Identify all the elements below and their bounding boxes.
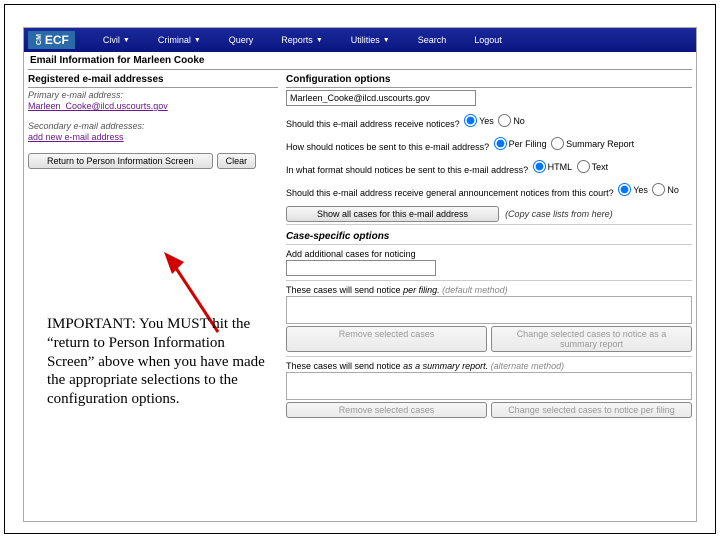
per-filing-line: These cases will send notice per filing.… — [286, 285, 692, 295]
summary-list[interactable] — [286, 372, 692, 400]
page-title: Email Information for Marleen Cooke — [24, 52, 696, 69]
nav-search[interactable]: Search — [404, 35, 461, 45]
change-to-summary-button[interactable]: Change selected cases to notice as a sum… — [491, 326, 692, 352]
nav-reports[interactable]: Reports▼ — [267, 35, 336, 45]
summary-line: These cases will send notice as a summar… — [286, 361, 692, 371]
q4-no[interactable]: No — [652, 183, 679, 196]
q1-label: Should this e-mail address receive notic… — [286, 119, 460, 129]
q4-label: Should this e-mail address receive gener… — [286, 188, 614, 198]
primary-email-label: Primary e-mail address: — [28, 90, 278, 100]
nav-logout[interactable]: Logout — [460, 35, 516, 45]
nav-query[interactable]: Query — [215, 35, 268, 45]
primary-email-link[interactable]: Marleen_Cooke@ilcd.uscourts.gov — [28, 101, 168, 111]
nav-civil[interactable]: Civil▼ — [89, 35, 144, 45]
nav-criminal[interactable]: Criminal▼ — [144, 35, 215, 45]
q2-per-filing[interactable]: Per Filing — [494, 137, 547, 150]
navbar: CMECF Civil▼ Criminal▼ Query Reports▼ Ut… — [24, 28, 696, 52]
q4-yes[interactable]: Yes — [618, 183, 648, 196]
q2-label: How should notices be sent to this e-mai… — [286, 142, 489, 152]
remove-cases-button-2[interactable]: Remove selected cases — [286, 402, 487, 418]
q3-html[interactable]: HTML — [533, 160, 573, 173]
logo: CMECF — [28, 31, 75, 49]
q2-summary[interactable]: Summary Report — [551, 137, 634, 150]
config-heading: Configuration options — [286, 74, 692, 85]
change-to-per-filing-button[interactable]: Change selected cases to notice per fili… — [491, 402, 692, 418]
q3-text[interactable]: Text — [577, 160, 609, 173]
remove-cases-button-1[interactable]: Remove selected cases — [286, 326, 487, 352]
annotation-text: IMPORTANT: You MUST hit the “return to P… — [47, 315, 265, 409]
email-input[interactable] — [286, 90, 476, 106]
add-cases-input[interactable] — [286, 260, 436, 276]
nav-utilities[interactable]: Utilities▼ — [337, 35, 404, 45]
add-cases-label: Add additional cases for noticing — [286, 249, 692, 259]
q1-yes[interactable]: Yes — [464, 114, 494, 127]
secondary-email-label: Secondary e-mail addresses: — [28, 121, 278, 131]
registered-heading: Registered e-mail addresses — [28, 74, 278, 85]
show-all-cases-button[interactable]: Show all cases for this e-mail address — [286, 206, 499, 222]
q3-label: In what format should notices be sent to… — [286, 165, 528, 175]
copy-hint: (Copy case lists from here) — [505, 209, 613, 219]
return-button[interactable]: Return to Person Information Screen — [28, 153, 213, 169]
per-filing-list[interactable] — [286, 296, 692, 324]
add-new-email-link[interactable]: add new e-mail address — [28, 132, 124, 142]
clear-button[interactable]: Clear — [217, 153, 257, 169]
case-specific-heading: Case-specific options — [286, 231, 692, 242]
q1-no[interactable]: No — [498, 114, 525, 127]
